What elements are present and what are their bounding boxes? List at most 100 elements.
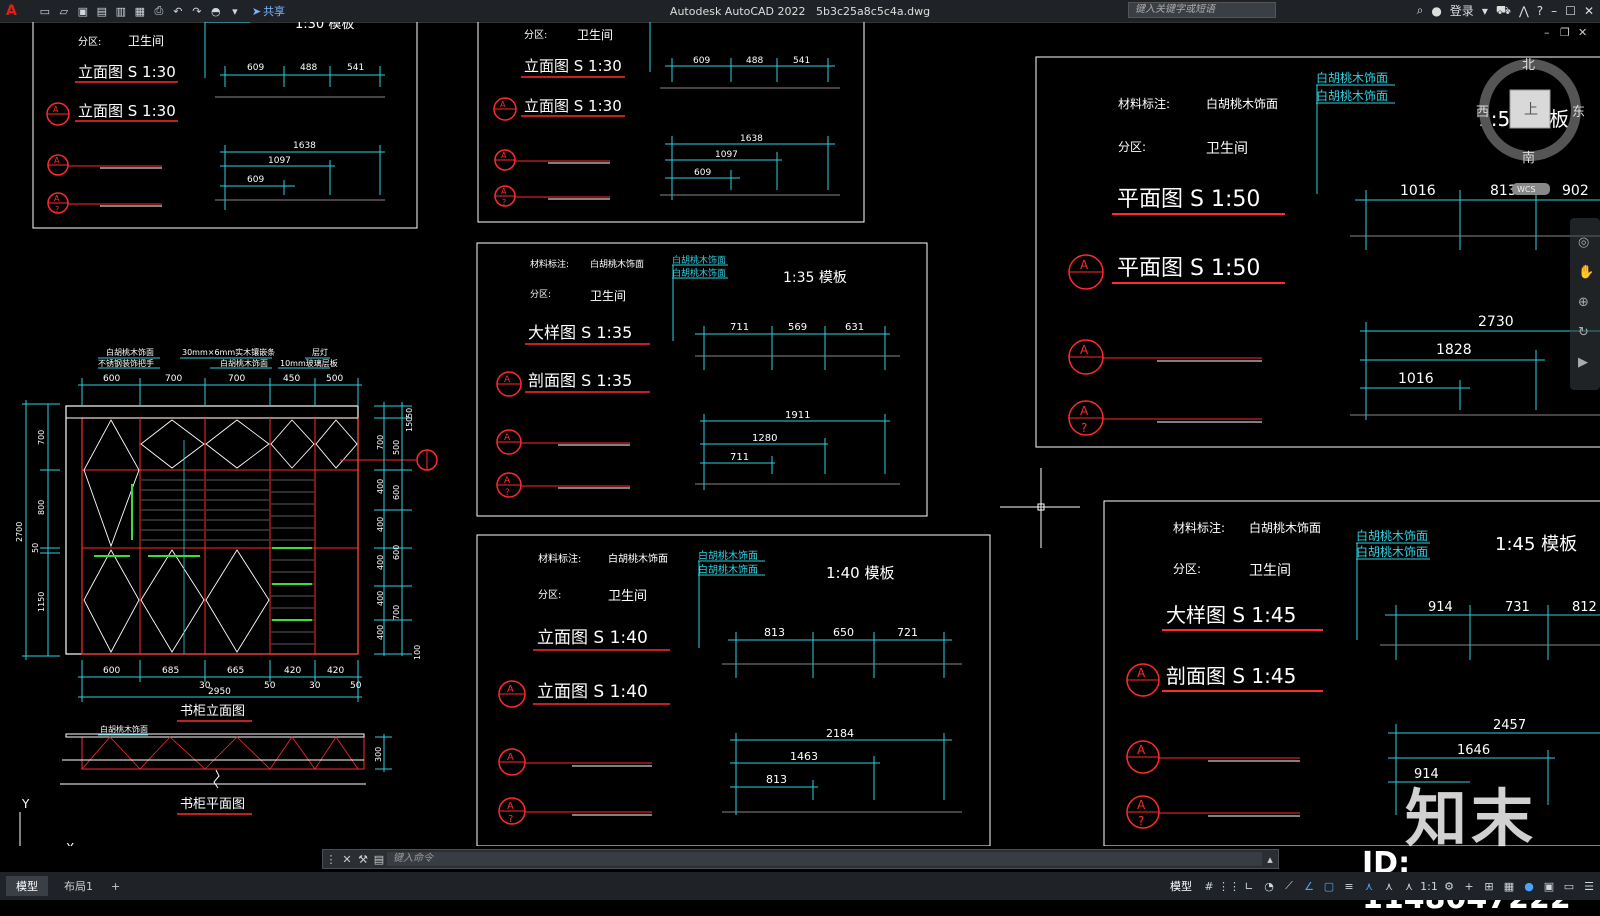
svg-text:2730: 2730 xyxy=(1478,314,1514,330)
svg-text:A: A xyxy=(507,752,514,763)
maximize-icon[interactable]: ☐ xyxy=(1565,4,1576,18)
save-icon[interactable]: ▣ xyxy=(75,4,91,18)
svg-text:30: 30 xyxy=(309,681,321,691)
svg-text:卫生间: 卫生间 xyxy=(608,589,647,604)
snap-icon[interactable]: ⋮⋮ xyxy=(1218,879,1240,893)
elevation-title: 书柜立面图 xyxy=(180,704,245,719)
command-customize-icon[interactable]: ⚒ xyxy=(355,853,371,866)
open-folder-icon[interactable]: ▱ xyxy=(56,4,72,18)
command-grip-icon[interactable]: ⋮ xyxy=(323,853,339,866)
command-line: ⋮ ✕ ⚒ ▤ 键入命令 ▴ xyxy=(322,849,1279,869)
user-icon[interactable]: ● xyxy=(1431,4,1441,18)
annotation-scale-icon[interactable]: ⋏ xyxy=(1362,879,1376,893)
window-controls: ⌕ ● 登录 ▾ ⛟ ⋀ ? – ☐ ✕ xyxy=(1417,2,1594,19)
command-close-icon[interactable]: ✕ xyxy=(339,853,355,866)
dropdown-icon[interactable]: ▾ xyxy=(1482,4,1488,18)
svg-text:分区:: 分区: xyxy=(524,29,547,41)
add-layout-button[interactable]: + xyxy=(111,880,120,893)
svg-text:600: 600 xyxy=(392,485,401,500)
svg-text:白胡桃木饰面: 白胡桃木饰面 xyxy=(672,267,726,279)
hardware-accel-icon[interactable]: ▣ xyxy=(1542,879,1556,893)
plot-icon[interactable]: ⎙ xyxy=(151,4,167,18)
svg-text:400: 400 xyxy=(376,625,385,640)
svg-text:卫生间: 卫生间 xyxy=(1249,563,1291,579)
ortho-icon[interactable]: ∟ xyxy=(1242,879,1256,893)
minimize-icon[interactable]: – xyxy=(1551,4,1557,18)
svg-text:450: 450 xyxy=(283,374,300,384)
drawing-canvas[interactable]: – ❐ ✕ 分区: 卫生间 1:30 模板 立面图 S 1:30 A 立面图 S… xyxy=(0,17,1600,855)
autoscale-icon[interactable]: ⋏ xyxy=(1402,879,1416,893)
clean-screen-icon[interactable]: ▭ xyxy=(1562,879,1576,893)
tab-layout1[interactable]: 布局1 xyxy=(54,876,103,896)
viewcube[interactable]: 上 北 南 西 东 WCS xyxy=(1476,58,1585,195)
units-icon[interactable]: ⊞ xyxy=(1482,879,1496,893)
section-heading: 剖面图 S 1:35 xyxy=(528,371,632,390)
lineweight-icon[interactable]: ≡ xyxy=(1342,879,1356,893)
svg-text:609: 609 xyxy=(694,168,711,178)
scale-value[interactable]: 1:1 xyxy=(1420,879,1438,893)
svg-text:白胡桃木饰面: 白胡桃木饰面 xyxy=(1316,88,1388,103)
svg-text:914: 914 xyxy=(1428,600,1453,615)
workspace-icon[interactable]: ◓ xyxy=(208,4,224,18)
object-snap-tracking-icon[interactable]: ∠ xyxy=(1302,879,1316,893)
svg-text:10mm玻璃层板: 10mm玻璃层板 xyxy=(280,358,338,368)
annotation-visibility-icon[interactable]: ⋏ xyxy=(1382,879,1396,893)
command-expand-icon[interactable]: ▴ xyxy=(1262,853,1278,866)
zoom-extents-icon[interactable]: ⊕ xyxy=(1578,295,1589,310)
undo-icon[interactable]: ↶ xyxy=(170,4,186,18)
cart-icon[interactable]: ⛟ xyxy=(1496,3,1511,19)
svg-text:WCS: WCS xyxy=(1517,185,1536,194)
customize-qa-icon[interactable]: ▾ xyxy=(227,4,243,18)
pan-icon[interactable]: ✋ xyxy=(1578,264,1594,280)
isolate-objects-icon[interactable]: ● xyxy=(1522,879,1536,893)
autocad-logo-icon[interactable]: A xyxy=(6,3,17,19)
drawing-close-icon[interactable]: ✕ xyxy=(1578,26,1587,39)
model-space-toggle[interactable]: 模型 xyxy=(1170,878,1192,894)
tab-model[interactable]: 模型 xyxy=(6,876,48,896)
close-icon[interactable]: ✕ xyxy=(1584,4,1594,18)
save-as-icon[interactable]: ▤ xyxy=(94,4,110,18)
svg-text:?: ? xyxy=(508,814,513,825)
customization-icon[interactable]: ☰ xyxy=(1582,879,1596,893)
share-button[interactable]: ➤ 共享 xyxy=(252,3,285,19)
svg-text:?: ? xyxy=(1081,421,1087,435)
a360-icon[interactable]: ⋀ xyxy=(1519,4,1529,18)
steering-wheel-icon[interactable]: ◎ xyxy=(1578,235,1589,250)
svg-text:层灯: 层灯 xyxy=(312,347,328,357)
object-snap-icon[interactable]: ▢ xyxy=(1322,879,1336,893)
svg-text:400: 400 xyxy=(376,591,385,606)
svg-text:A: A xyxy=(54,156,60,165)
svg-text:上: 上 xyxy=(1524,102,1538,118)
svg-text:北: 北 xyxy=(1522,58,1535,73)
showmotion-icon[interactable]: ▶ xyxy=(1578,355,1588,370)
plus-icon[interactable]: + xyxy=(1462,879,1476,893)
panel-1-40-template: 材料标注: 白胡桃木饰面 白胡桃木饰面 白胡桃木饰面 1:40 模板 分区: 卫… xyxy=(476,534,991,847)
open-web-icon[interactable]: ▥ xyxy=(113,4,129,18)
quick-properties-icon[interactable]: ▦ xyxy=(1502,879,1516,893)
command-input[interactable]: 键入命令 xyxy=(387,852,1262,866)
section-heading: 平面图 S 1:50 xyxy=(1117,187,1260,212)
grid-icon[interactable]: # xyxy=(1202,879,1216,893)
svg-text:白胡桃木饰面: 白胡桃木饰面 xyxy=(100,724,148,734)
search-input[interactable]: 键入关键字或短语 xyxy=(1128,2,1276,18)
polar-icon[interactable]: ◔ xyxy=(1262,879,1276,893)
new-file-icon[interactable]: ▭ xyxy=(37,4,53,18)
svg-text:685: 685 xyxy=(162,666,179,676)
drawing-restore-icon[interactable]: ❐ xyxy=(1560,26,1570,39)
isodraft-icon[interactable]: ⟋ xyxy=(1282,879,1296,893)
save-web-icon[interactable]: ▦ xyxy=(132,4,148,18)
workspace-gear-icon[interactable]: ⚙ xyxy=(1442,879,1456,893)
login-button[interactable]: 登录 xyxy=(1450,2,1474,19)
help-icon[interactable]: ? xyxy=(1537,4,1543,18)
share-icon: ➤ xyxy=(251,4,262,18)
svg-text:东: 东 xyxy=(1572,105,1585,120)
redo-icon[interactable]: ↷ xyxy=(189,4,205,18)
search-icon[interactable]: ⌕ xyxy=(1417,3,1424,18)
svg-text:1280: 1280 xyxy=(752,433,777,444)
svg-text:材料标注:: 材料标注: xyxy=(1173,520,1225,535)
model-space[interactable]: – ❐ ✕ 分区: 卫生间 1:30 模板 立面图 S 1:30 A 立面图 S… xyxy=(0,17,1600,855)
drawing-minimize-icon[interactable]: – xyxy=(1544,26,1550,39)
orbit-icon[interactable]: ↻ xyxy=(1578,325,1589,340)
panel-1-30-template: 分区: 卫生间 1:30 模板 立面图 S 1:30 A 立面图 S 1:30 … xyxy=(32,17,418,229)
command-history-icon[interactable]: ▤ xyxy=(371,853,387,866)
